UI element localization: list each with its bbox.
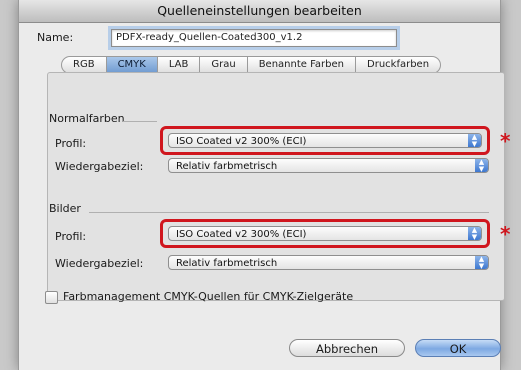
updown-stepper-icon: ▲ ▼ xyxy=(475,159,488,172)
section-divider xyxy=(123,121,157,122)
normalfarben-wiedergabe-value: Relativ farbmetrisch xyxy=(176,161,278,172)
normalfarben-wiedergabe-select[interactable]: Relativ farbmetrisch ▲ ▼ xyxy=(168,158,489,173)
bilder-wiedergabe-value: Relativ farbmetrisch xyxy=(176,258,278,269)
bilder-wiedergabe-select[interactable]: Relativ farbmetrisch ▲ ▼ xyxy=(168,255,489,270)
cmyk-management-checkbox[interactable] xyxy=(45,291,58,304)
normalfarben-heading: Normalfarben xyxy=(49,112,125,125)
cancel-button[interactable]: Abbrechen xyxy=(289,339,405,357)
bilder-wiedergabe-label: Wiedergabeziel: xyxy=(55,257,144,270)
updown-stepper-icon: ▲ ▼ xyxy=(468,134,481,147)
normalfarben-wiedergabe-label: Wiedergabeziel: xyxy=(55,160,144,173)
updown-stepper-icon: ▲ ▼ xyxy=(468,227,481,240)
bilder-profil-label: Profil: xyxy=(55,230,87,243)
window-title: Quelleneinstellungen bearbeiten xyxy=(19,0,500,23)
bilder-profil-value: ISO Coated v2 300% (ECI) xyxy=(176,229,307,240)
normalfarben-profil-label: Profil: xyxy=(55,137,87,150)
section-divider xyxy=(89,212,489,213)
name-label: Name: xyxy=(37,31,74,44)
bilder-heading: Bilder xyxy=(49,202,81,215)
bilder-profil-select[interactable]: ISO Coated v2 300% (ECI) ▲ ▼ xyxy=(168,226,482,241)
normalfarben-profil-select[interactable]: ISO Coated v2 300% (ECI) ▲ ▼ xyxy=(168,133,482,148)
ok-button[interactable]: OK xyxy=(415,339,501,357)
dialog-window: Quelleneinstellungen bearbeiten Name: PD… xyxy=(18,0,510,370)
name-input[interactable]: PDFX-ready_Quellen-Coated300_v1.2 xyxy=(108,26,400,50)
annotation-asterisk-1: * xyxy=(500,129,511,153)
annotation-asterisk-2: * xyxy=(500,222,511,246)
normalfarben-profil-value: ISO Coated v2 300% (ECI) xyxy=(176,136,307,147)
cmyk-management-label: Farbmanagement CMYK-Quellen für CMYK-Zie… xyxy=(63,290,354,303)
updown-stepper-icon: ▲ ▼ xyxy=(475,256,488,269)
